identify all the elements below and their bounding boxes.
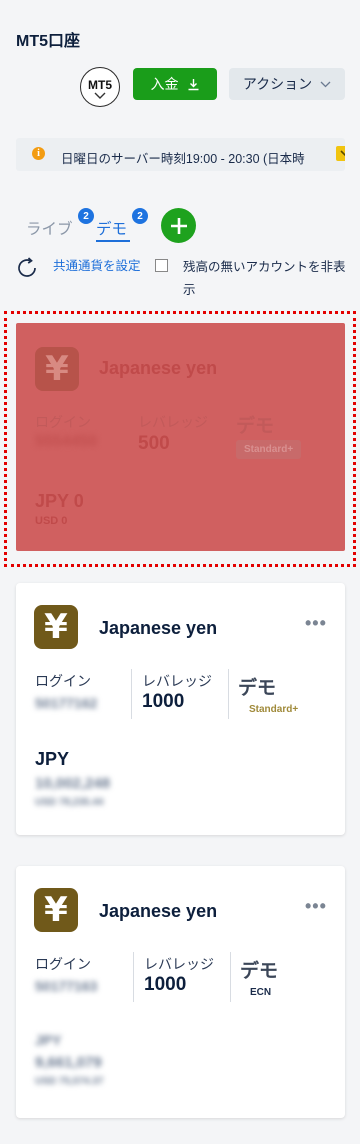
login-value: 50177162 [35,695,98,711]
hide-zero-balance-checkbox[interactable] [155,259,168,272]
divider [230,952,231,1002]
platform-selector[interactable]: MT5 [80,67,120,107]
leverage-label: レバレッジ [142,673,212,689]
refresh-icon[interactable] [15,256,39,280]
yen-icon: ¥ [34,605,78,649]
account-sub-type: Standard+ [249,704,299,715]
account-card[interactable]: ¥ Japanese yen ••• ログイン 50177162 レバレッジ 1… [16,583,345,835]
login-label: ログイン [35,956,91,972]
deposit-button[interactable]: 入金 [133,68,217,100]
account-card[interactable]: ¥ Japanese yen ••• ログイン 50177163 レバレッジ 1… [16,866,345,1118]
platform-label: MT5 [88,78,112,92]
leverage-value: 1000 [144,974,187,995]
info-icon: i [32,147,45,160]
page-title: MT5口座 [16,33,81,50]
balance-currency: JPY [35,1032,62,1048]
tab-demo[interactable]: デモ [96,217,127,239]
login-label: ログイン [35,673,91,689]
balance: JPY 0 [35,491,84,511]
login-value: 50177163 [35,978,98,994]
account-sub-type: ECN [250,987,272,998]
login-value: 5554450 [35,433,98,450]
leverage-value: 1000 [142,691,185,712]
account-name: Japanese yen [99,901,218,921]
tab-live[interactable]: ライブ [26,217,73,239]
leverage-value: 500 [138,433,170,454]
set-common-currency-link[interactable]: 共通通貨を設定 [53,256,149,276]
chevron-down-icon [94,92,106,99]
tab-demo-count: 2 [132,208,148,224]
account-type: デモ [238,678,277,699]
notice-text: 日曜日のサーバー時刻19:00 - 20:30 (日本時 [61,152,305,166]
more-options-icon[interactable]: ••• [305,613,327,634]
deposit-label: 入金 [150,76,179,92]
balance-value: 10,002,248 [35,775,111,792]
account-type: デモ [236,416,275,437]
yen-icon: ¥ [35,347,79,391]
balance-currency: JPY [35,749,70,769]
converted-balance: USD 75,574.37 [35,1076,104,1087]
tab-live-count: 2 [78,208,94,224]
active-tab-indicator [96,240,130,242]
expand-notice-icon[interactable] [336,146,345,161]
converted-balance: USD 78,235.44 [35,797,104,808]
divider [133,952,134,1002]
account-name: Japanese yen [99,618,218,638]
add-account-button[interactable] [161,208,196,243]
divider [228,669,229,719]
leverage-label: レバレッジ [138,414,208,430]
action-dropdown[interactable]: アクション [229,68,345,100]
account-name: Japanese yen [99,358,218,378]
action-label: アクション [242,76,313,92]
converted-balance: USD 0 [35,515,68,527]
chevron-down-icon [320,81,331,87]
account-sub-type: Standard+ [236,440,302,459]
balance-value: 9,661,079 [35,1054,102,1071]
account-type: デモ [240,961,279,982]
download-icon [188,78,198,90]
yen-icon: ¥ [34,888,78,932]
login-label: ログイン [35,414,91,430]
hide-zero-balance-label: 残高の無いアカウントを非表示 [183,260,346,297]
account-card[interactable]: ¥ Japanese yen ログイン 5554450 レバレッジ 500 デモ… [16,323,345,551]
divider [131,669,132,719]
more-options-icon[interactable]: ••• [305,896,327,917]
server-time-notice: i 日曜日のサーバー時刻19:00 - 20:30 (日本時 [16,138,345,171]
plus-icon [170,217,187,234]
leverage-label: レバレッジ [144,956,214,972]
